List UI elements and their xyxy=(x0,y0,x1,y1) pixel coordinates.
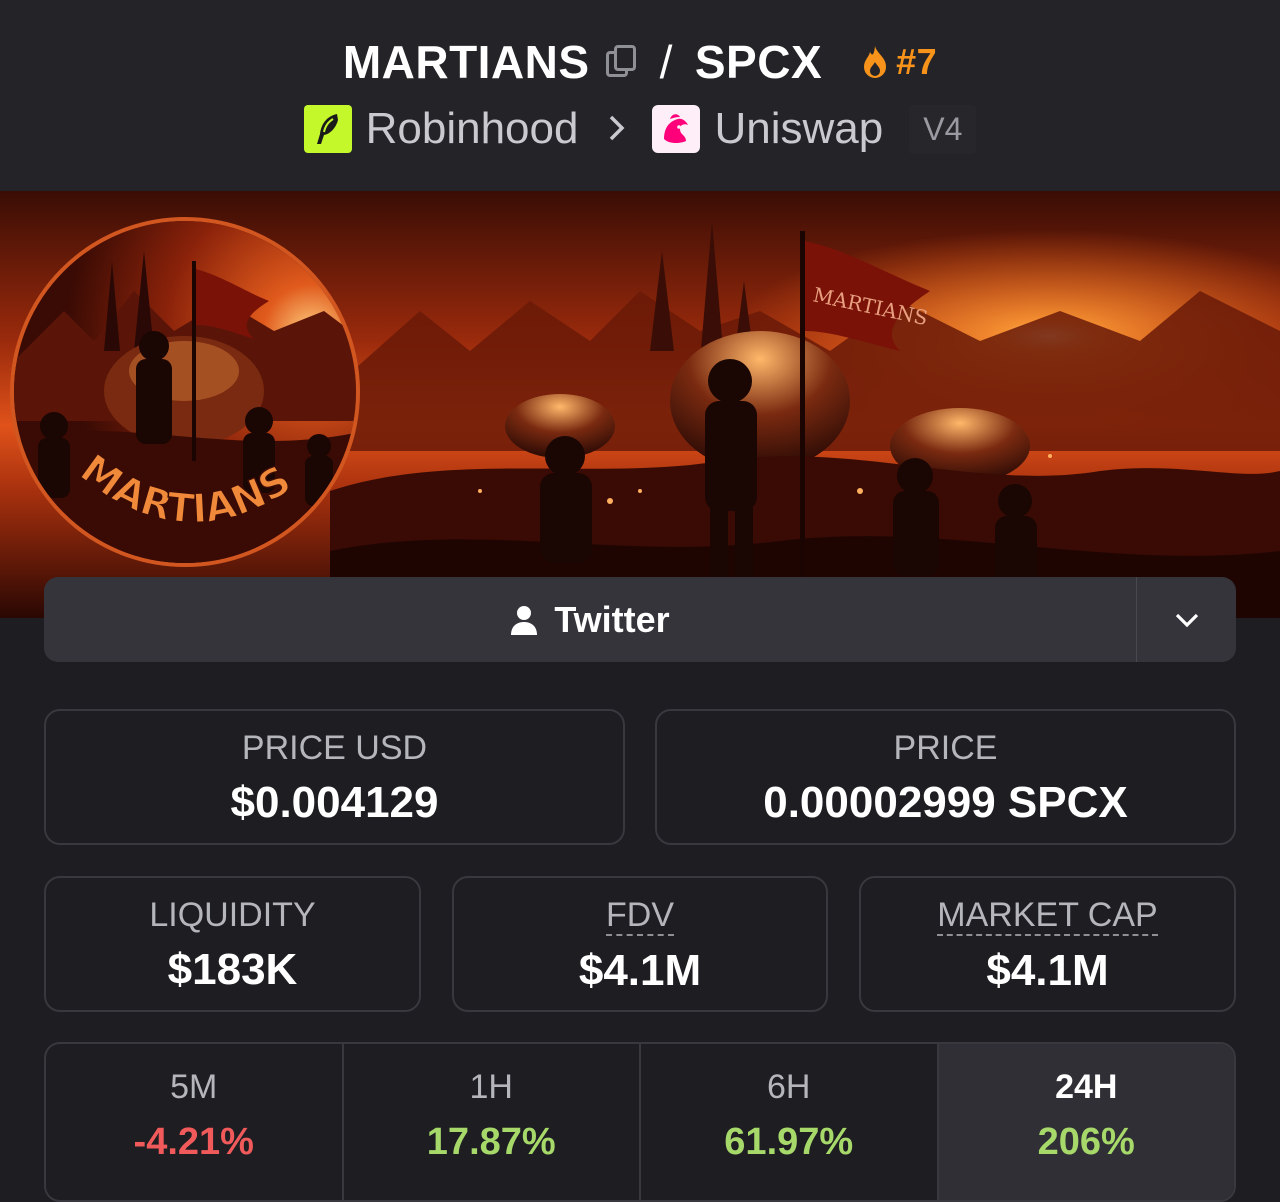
pair-separator: / xyxy=(659,36,673,88)
uniswap-logo-icon xyxy=(652,105,701,153)
twitter-label: Twitter xyxy=(554,598,670,640)
liquidity-label: LIQUIDITY xyxy=(149,896,316,934)
liquidity-value: $183K xyxy=(167,945,298,994)
market-cap-value: $4.1M xyxy=(986,945,1109,995)
price-value: 0.00002999 SPCX xyxy=(763,778,1128,827)
change-label: 5M xyxy=(170,1068,218,1106)
change-value: -4.21% xyxy=(133,1121,254,1163)
trending-rank: #7 xyxy=(896,41,938,82)
change-value: 17.87% xyxy=(426,1121,556,1163)
change-label: 6H xyxy=(767,1068,811,1106)
token-avatar: MARTIANS xyxy=(10,217,360,567)
user-icon xyxy=(511,605,538,635)
liquidity-card: LIQUIDITY $183K xyxy=(44,876,421,1012)
change-label: 24H xyxy=(1055,1068,1118,1106)
copy-icon[interactable] xyxy=(604,45,638,79)
price-card: PRICE 0.00002999 SPCX xyxy=(655,709,1236,845)
fdv-value: $4.1M xyxy=(578,945,702,995)
fdv-label[interactable]: FDV xyxy=(606,897,674,936)
change-tab-1h[interactable]: 1H 17.87% xyxy=(344,1044,641,1200)
market-cap-card[interactable]: MARKET CAP $4.1M xyxy=(859,876,1236,1012)
change-value: 61.97% xyxy=(724,1121,854,1163)
fdv-card[interactable]: FDV $4.1M xyxy=(452,876,828,1012)
price-label: PRICE xyxy=(893,729,998,767)
change-tab-5m[interactable]: 5M -4.21% xyxy=(46,1044,344,1200)
chain-name[interactable]: Robinhood xyxy=(366,104,579,154)
token-symbol: MARTIANS xyxy=(342,36,590,88)
social-links-bar: Twitter xyxy=(44,577,1236,662)
price-usd-label: PRICE USD xyxy=(241,729,428,767)
change-value: 206% xyxy=(1037,1121,1135,1163)
twitter-button[interactable]: Twitter xyxy=(44,577,1136,662)
dex-version-badge: V4 xyxy=(909,104,977,154)
change-tab-24h[interactable]: 24H 206% xyxy=(938,1044,1234,1200)
trending-rank-badge[interactable]: #7 xyxy=(860,41,937,83)
pair-header: MARTIANS / SPCX #7 Robinhood Uniswap V4 xyxy=(0,0,1280,191)
flame-icon xyxy=(864,46,887,78)
price-usd-value: $0.004129 xyxy=(230,778,439,827)
robinhood-logo-icon xyxy=(303,105,352,153)
chevron-down-icon xyxy=(1175,613,1198,627)
change-tab-6h[interactable]: 6H 61.97% xyxy=(641,1044,939,1200)
price-usd-card: PRICE USD $0.004129 xyxy=(44,709,625,845)
pair-title: MARTIANS / SPCX #7 xyxy=(0,34,1280,90)
change-label: 1H xyxy=(469,1068,513,1106)
market-cap-label[interactable]: MARKET CAP xyxy=(937,897,1158,936)
chain-dex-row: Robinhood Uniswap V4 xyxy=(0,100,1280,158)
quote-symbol: SPCX xyxy=(694,36,823,88)
more-links-dropdown[interactable] xyxy=(1136,577,1236,662)
dex-name[interactable]: Uniswap xyxy=(714,104,883,154)
price-change-tabs: 5M -4.21% 1H 17.87% 6H 61.97% 24H 206% xyxy=(44,1042,1236,1202)
chevron-right-icon xyxy=(608,107,626,152)
